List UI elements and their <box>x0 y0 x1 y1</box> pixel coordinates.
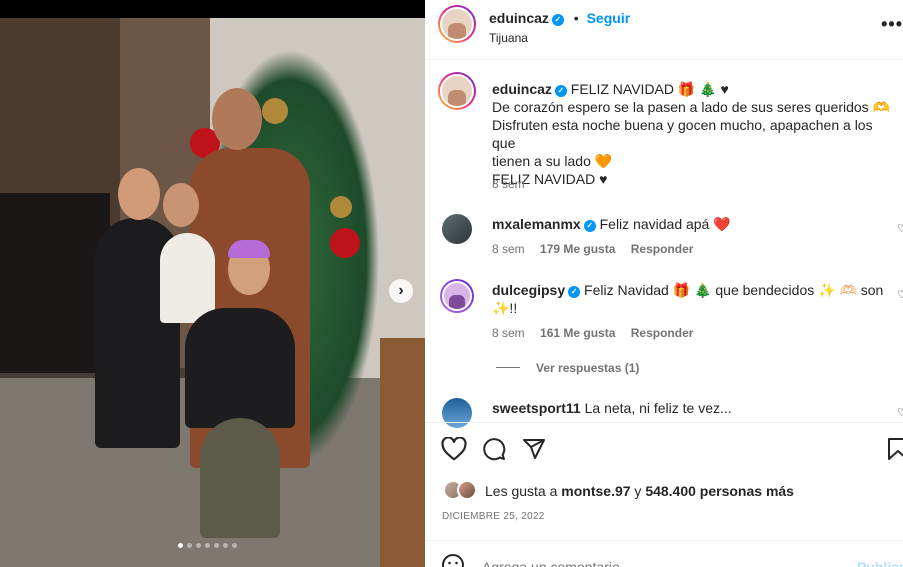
post-photo[interactable] <box>0 18 425 567</box>
carousel-dot[interactable] <box>178 543 183 548</box>
author-username[interactable]: eduincaz <box>489 10 549 26</box>
likes-summary: Les gusta a montse.97 y 548.400 personas… <box>485 482 794 500</box>
comment-likes[interactable]: 179 Me gusta <box>540 242 615 256</box>
likes-prefix: Les gusta a <box>485 483 558 499</box>
caption-line: tienen a su lado 🧡 <box>492 153 613 169</box>
photo-boy <box>185 308 295 428</box>
comment-like-icon[interactable]: ♡ <box>897 222 903 235</box>
carousel-dot[interactable] <box>223 543 228 548</box>
save-bookmark-icon[interactable] <box>887 437 903 461</box>
likes-count[interactable]: 548.400 personas más <box>645 483 794 499</box>
carousel-dot[interactable] <box>196 543 201 548</box>
photo-fireplace <box>0 193 110 373</box>
comment-icon[interactable] <box>482 437 506 461</box>
carousel-dot[interactable] <box>232 543 237 548</box>
like-heart-icon[interactable] <box>441 437 467 461</box>
comment-reply-button[interactable]: Responder <box>631 326 694 340</box>
caption: eduincaz ✓ FELIZ NAVIDAD 🎁 🎄 ♥ De corazón… <box>492 80 892 188</box>
caption-line: FELIZ NAVIDAD 🎁 🎄 ♥ <box>570 81 729 97</box>
share-icon[interactable] <box>522 437 546 461</box>
replies-line <box>496 367 520 368</box>
caption-line: De corazón espero se la pasen a lado de … <box>492 99 890 115</box>
comment-body: sweetsport11 La neta, ni feliz te vez... <box>492 399 882 417</box>
verified-icon: ✓ <box>583 220 596 232</box>
comment-input[interactable]: Agrega un comentario... <box>482 558 631 567</box>
photo-ornament <box>330 196 352 218</box>
verified-icon: ✓ <box>551 14 564 26</box>
author-avatar[interactable] <box>438 5 476 43</box>
liker-avatar[interactable] <box>457 480 477 500</box>
caption-time[interactable]: 8 sem <box>492 177 525 191</box>
photo-toddler <box>160 233 215 323</box>
post-header: eduincaz ✓ • Seguir Tijuana ••• <box>425 0 903 60</box>
verified-icon: ✓ <box>554 85 567 97</box>
more-options-icon[interactable]: ••• <box>881 14 903 35</box>
comment-like-icon[interactable]: ♡ <box>897 406 903 419</box>
post-actions: Les gusta a montse.97 y 548.400 personas… <box>425 422 903 540</box>
comment-text: La neta, ni feliz te vez... <box>584 400 732 416</box>
carousel-next-button[interactable]: › <box>389 279 413 303</box>
comment-avatar[interactable] <box>440 279 474 313</box>
likes-mid: y <box>634 483 642 499</box>
emoji-icon[interactable] <box>441 553 465 567</box>
caption-author[interactable]: eduincaz <box>492 81 552 97</box>
photo-face <box>212 88 262 150</box>
comment-username[interactable]: mxalemanmx <box>492 216 581 232</box>
photo-face <box>163 183 199 227</box>
carousel-dot[interactable] <box>214 543 219 548</box>
follow-button[interactable]: Seguir <box>587 10 631 26</box>
likes-user[interactable]: montse.97 <box>561 483 630 499</box>
header-separator: • <box>573 10 579 26</box>
comment-like-icon[interactable]: ♡ <box>897 288 903 301</box>
comment-text: Feliz Navidad 🎁 🎄 que bendecidos ✨ 🫶🏻 so… <box>584 282 884 298</box>
comment-meta: 8 sem 161 Me gusta Responder <box>492 326 693 340</box>
carousel-dot[interactable] <box>205 543 210 548</box>
comment-username[interactable]: sweetsport11 <box>492 400 581 416</box>
comment-time[interactable]: 8 sem <box>492 242 525 256</box>
carousel-dots <box>178 543 237 548</box>
comment-text-cont: ✨!! <box>492 300 518 316</box>
photo-ornament <box>330 228 360 258</box>
comment-meta: 8 sem 179 Me gusta Responder <box>492 242 693 256</box>
comment-composer: Agrega un comentario... Publicar <box>425 540 903 567</box>
post-date[interactable]: DICIEMBRE 25, 2022 <box>442 511 545 522</box>
carousel-dot[interactable] <box>187 543 192 548</box>
photo-ornament <box>262 98 288 124</box>
caption-line: Disfruten esta noche buena y gocen mucho… <box>492 117 873 151</box>
post-details-pane: eduincaz ✓ • Seguir Tijuana ••• eduincaz ✓… <box>425 0 903 567</box>
comment-time[interactable]: 8 sem <box>492 326 525 340</box>
photo-table <box>380 338 425 567</box>
comment-likes[interactable]: 161 Me gusta <box>540 326 615 340</box>
comment-body: dulcegipsy ✓ Feliz Navidad 🎁 🎄 que bendec… <box>492 281 887 317</box>
photo-face <box>118 168 160 220</box>
comment-body: mxalemanmx ✓ Feliz navidad apá ❤️ <box>492 215 882 233</box>
photo-purple-hair <box>228 240 270 258</box>
comment-reply-button[interactable]: Responder <box>631 242 694 256</box>
caption-author-avatar[interactable] <box>438 72 476 110</box>
photo-boy-pants <box>200 418 280 538</box>
verified-icon: ✓ <box>568 286 581 298</box>
header-author-row: eduincaz ✓ • Seguir <box>489 9 630 27</box>
publish-button[interactable]: Publicar <box>857 558 903 567</box>
comment-username[interactable]: dulcegipsy <box>492 282 565 298</box>
comment-text: Feliz navidad apá ❤️ <box>599 216 731 232</box>
comment-avatar[interactable] <box>442 214 472 244</box>
post-media-pane: › <box>0 0 425 567</box>
post-location[interactable]: Tijuana <box>489 29 528 47</box>
view-replies-button[interactable]: Ver respuestas (1) <box>536 361 639 375</box>
caption-line: FELIZ NAVIDAD ♥ <box>492 171 608 187</box>
